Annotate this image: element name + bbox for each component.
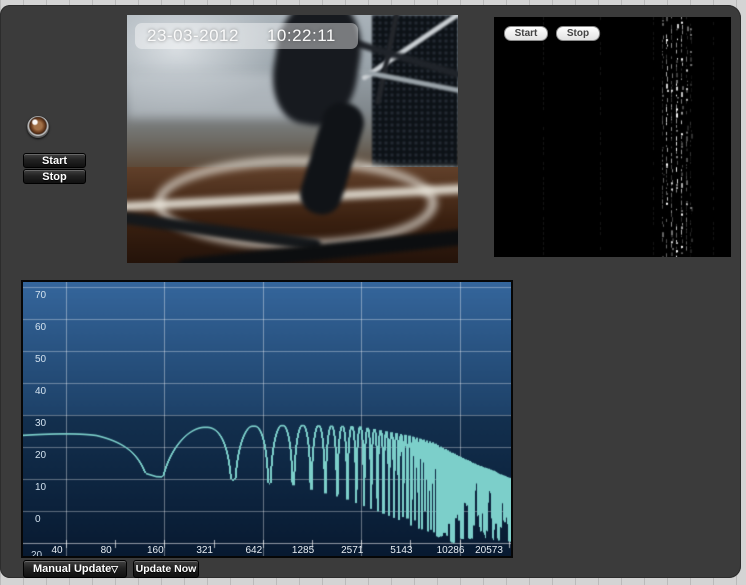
- led-indicator: [27, 116, 49, 138]
- spectrogram-canvas: [494, 17, 731, 257]
- spectrogram-stop-button[interactable]: Stop: [556, 26, 600, 41]
- y-tick-label: 10: [35, 482, 47, 493]
- x-tick-label: 20573: [475, 545, 503, 556]
- y-tick-label: 20: [35, 450, 47, 461]
- spectrum-canvas: [23, 282, 511, 556]
- x-tick-label: 40: [51, 545, 63, 556]
- spectrogram-start-button[interactable]: Start: [504, 26, 548, 41]
- time-label: 10:22:11: [266, 26, 336, 45]
- x-tick-label: 160: [146, 545, 164, 556]
- dropdown-arrow-icon: ▽: [111, 564, 118, 574]
- timestamp-overlay: 23-03-2012 10:22:11: [135, 23, 358, 49]
- x-tick-label: 1285: [291, 545, 315, 556]
- update-mode-label: Manual Update: [33, 563, 112, 575]
- start-button[interactable]: Start: [23, 153, 86, 168]
- y-tick-label: 40: [35, 386, 47, 397]
- y-tick-label: 60: [35, 322, 47, 333]
- update-now-button[interactable]: Update Now: [133, 560, 199, 578]
- front-panel: 23-03-2012 10:22:11 Start Stop Start Sto…: [0, 5, 741, 578]
- x-tick-label: 10286: [436, 545, 465, 556]
- y-tick-label: 0: [35, 514, 41, 525]
- spectrogram-display: Start Stop: [494, 17, 731, 257]
- y-tick-label: 50: [35, 354, 47, 365]
- update-mode-dropdown[interactable]: Manual Update ▽: [23, 560, 127, 578]
- x-tick-label: 80: [100, 545, 112, 556]
- x-tick-label: 5143: [390, 545, 413, 556]
- x-tick-label: 321: [196, 545, 213, 556]
- y-tick-label: 70: [35, 290, 47, 301]
- stop-button[interactable]: Stop: [23, 169, 86, 184]
- x-tick-label: 2571: [341, 545, 364, 556]
- date-label: 23-03-2012: [147, 26, 239, 45]
- webcam-feed: 23-03-2012 10:22:11: [127, 15, 458, 263]
- spectrum-plot: 20 70 60 50 40 30 20 10 0 40 80 160 321 642 1285 2571 5…: [23, 282, 511, 556]
- y-tick-label: 30: [35, 418, 47, 429]
- app-window: 23-03-2012 10:22:11 Start Stop Start Sto…: [0, 0, 746, 585]
- x-tick-label: 642: [245, 545, 263, 556]
